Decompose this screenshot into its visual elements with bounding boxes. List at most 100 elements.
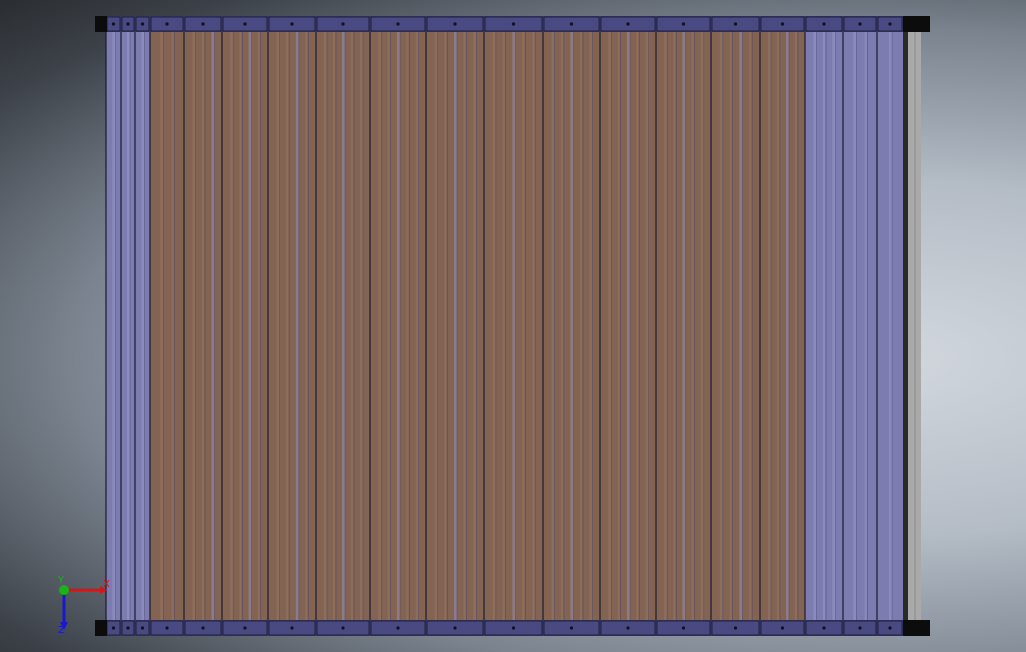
y-axis-label: Y <box>57 575 65 586</box>
slat-rib <box>434 32 438 620</box>
slat-rib <box>608 32 612 620</box>
bolt-icon <box>733 626 738 630</box>
bolt-icon <box>165 626 169 630</box>
slat-rib <box>580 32 582 620</box>
slat-rib <box>673 32 676 620</box>
slat-rib <box>853 32 857 620</box>
slat-rib <box>512 32 516 620</box>
slat-rib <box>406 32 409 620</box>
bolt-icon <box>453 22 457 26</box>
bolt-icon <box>290 626 294 630</box>
slat-rib <box>570 32 574 620</box>
bolt-icon <box>511 22 516 26</box>
slat-rib <box>463 32 466 620</box>
slat-rib <box>141 32 145 620</box>
slat-rib <box>257 32 260 620</box>
slat-rib <box>342 32 345 620</box>
bolt-icon <box>569 626 574 630</box>
slat-rib <box>700 32 704 620</box>
slat-rib <box>286 32 289 620</box>
bolt-icon <box>111 22 116 26</box>
slat-panel <box>711 32 760 620</box>
end-cap-right <box>903 16 930 32</box>
slat-rib <box>333 32 335 620</box>
slat-rib <box>248 32 252 620</box>
slat-rib <box>230 32 234 620</box>
slat-conveyor-model[interactable] <box>95 16 930 636</box>
bolt-icon <box>201 626 205 630</box>
slat-rib <box>160 32 164 620</box>
slat-rib <box>786 32 789 620</box>
slat-rib <box>522 32 525 620</box>
bolt-icon <box>396 22 400 26</box>
bolt-icon <box>140 22 145 26</box>
bolt-icon <box>626 22 630 26</box>
bolt-icon <box>569 22 574 26</box>
end-cap-left <box>95 620 107 636</box>
bolt-icon <box>341 22 345 26</box>
slat-rib <box>617 32 620 620</box>
bolt-icon <box>111 626 116 630</box>
slat-rib <box>324 32 327 620</box>
bolt-icon <box>243 22 247 26</box>
bolt-icon <box>780 626 785 630</box>
3d-viewport[interactable]: X Y Z <box>0 0 1026 652</box>
bolt-icon <box>858 626 862 630</box>
slat-rib <box>749 32 752 620</box>
end-cap-left <box>95 16 107 32</box>
slat-rib <box>192 32 196 620</box>
slat-rib <box>378 32 382 620</box>
bolt-icon <box>341 626 345 630</box>
slat-rib <box>636 32 639 620</box>
slat-rib <box>202 32 204 620</box>
slat-rib <box>387 32 390 620</box>
end-cap-right <box>903 620 930 636</box>
slat-rib <box>682 32 686 620</box>
slat-rib <box>768 32 771 620</box>
slat-panel <box>843 32 877 620</box>
bolt-icon <box>681 22 686 26</box>
slat-rib <box>112 32 116 620</box>
slat-rib <box>454 32 457 620</box>
slat-rib <box>211 32 215 620</box>
x-axis-label: X <box>103 579 110 590</box>
slat-rib <box>691 32 694 620</box>
slat-rib <box>397 32 400 620</box>
slat-rib <box>777 32 779 620</box>
y-axis-dot-icon <box>59 585 69 595</box>
slat-rib <box>645 32 649 620</box>
slat-rib <box>832 32 836 620</box>
slat-panel <box>222 32 268 620</box>
slat-rib <box>813 32 817 620</box>
slat-panel <box>268 32 316 620</box>
slat-rib <box>551 32 555 620</box>
slat-rib <box>276 32 280 620</box>
bolt-icon <box>822 22 826 26</box>
bolt-icon <box>822 626 826 630</box>
slat-rib <box>492 32 496 620</box>
slat-rib <box>823 32 825 620</box>
side-panel <box>907 32 921 620</box>
slat-rib <box>502 32 505 620</box>
bolt-icon <box>140 626 145 630</box>
bolt-icon <box>290 22 294 26</box>
bolt-icon <box>396 626 400 630</box>
bolt-icon <box>165 22 169 26</box>
slat-rib <box>719 32 723 620</box>
bolt-icon <box>858 22 862 26</box>
slat-rib <box>561 32 563 620</box>
bolt-icon <box>780 22 785 26</box>
slat-rib <box>532 32 536 620</box>
slat-rib <box>239 32 242 620</box>
model-canvas[interactable]: X Y Z <box>0 0 1026 652</box>
slat-rib <box>360 32 363 620</box>
bolt-icon <box>126 626 130 630</box>
slat-rib <box>795 32 797 620</box>
side-panel-edge <box>903 32 908 620</box>
bolt-icon <box>243 626 247 630</box>
slat-panel <box>150 32 184 620</box>
bolt-icon <box>681 626 686 630</box>
slat-rib <box>729 32 732 620</box>
bolt-icon <box>626 626 630 630</box>
bolt-icon <box>453 626 457 630</box>
